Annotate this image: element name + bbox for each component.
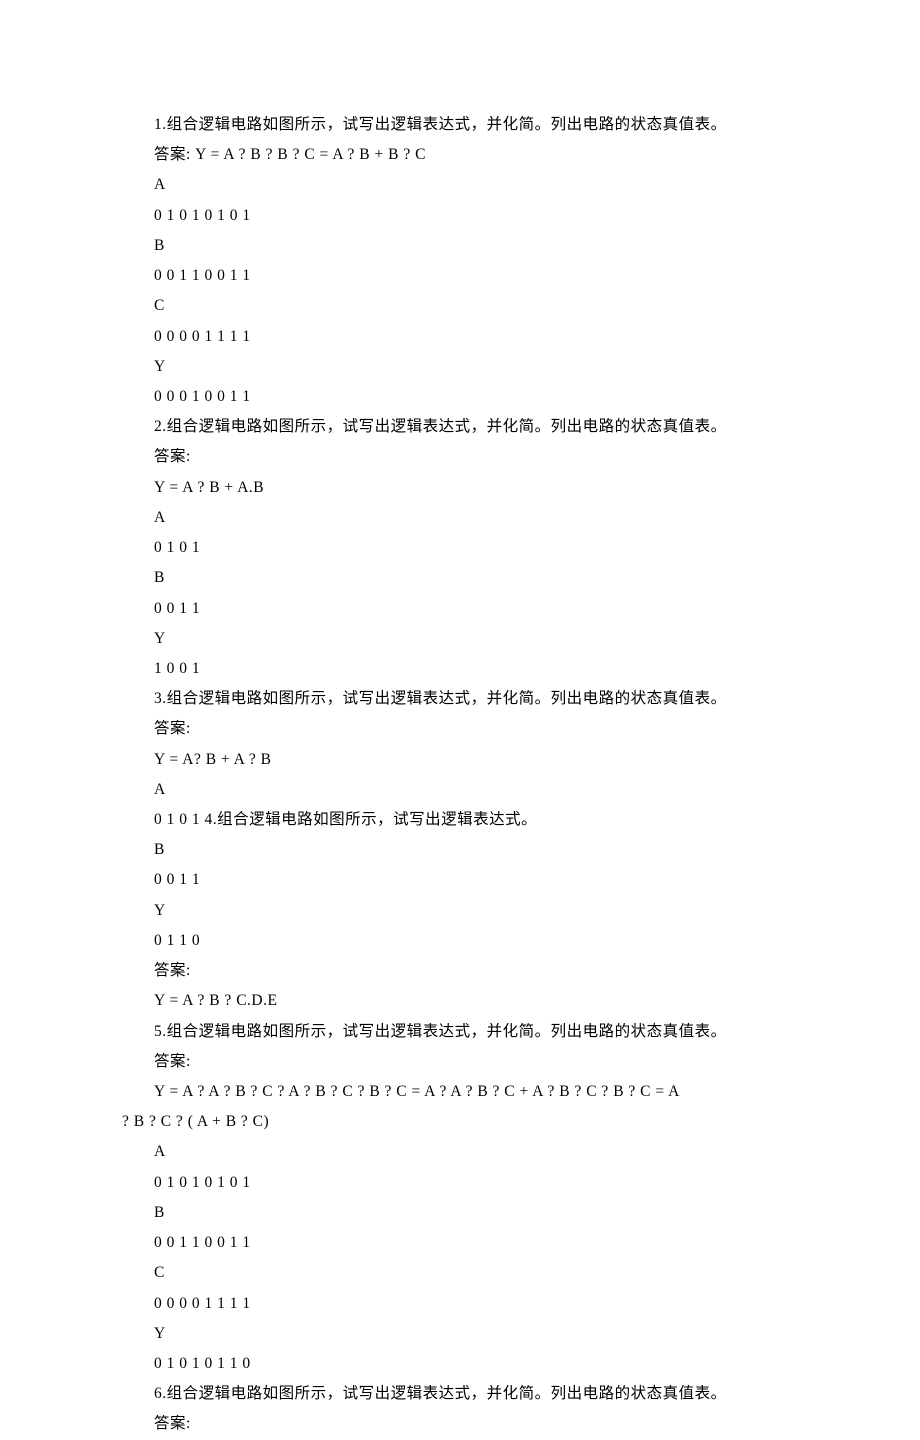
text-line: 0 1 0 1 0 1 1 0	[0, 1349, 920, 1379]
text-line: 答案: Y = A ? B ? B ? C = A ? B + B ? C	[0, 140, 920, 170]
text-line: Y	[0, 896, 920, 926]
text-line: 1 0 0 1	[0, 654, 920, 684]
text-line: Y	[0, 624, 920, 654]
text-line: B	[0, 563, 920, 593]
text-line: 6.组合逻辑电路如图所示，试写出逻辑表达式，并化简。列出电路的状态真值表。	[0, 1379, 920, 1409]
text-line: 0 1 1 0	[0, 926, 920, 956]
text-line: 答案:	[0, 956, 920, 986]
text-line: A	[0, 503, 920, 533]
text-line: 2.组合逻辑电路如图所示，试写出逻辑表达式，并化简。列出电路的状态真值表。	[0, 412, 920, 442]
text-line: 0 1 0 1	[0, 533, 920, 563]
text-line: Y = A? B + A ? B	[0, 745, 920, 775]
text-line: 3.组合逻辑电路如图所示，试写出逻辑表达式，并化简。列出电路的状态真值表。	[0, 684, 920, 714]
text-line: Y = A ? A ? B ? C ? A ? B ? C ? B ? C = …	[0, 1077, 920, 1107]
text-line: Y	[0, 1319, 920, 1349]
text-line: 1.组合逻辑电路如图所示，试写出逻辑表达式，并化简。列出电路的状态真值表。	[0, 110, 920, 140]
text-line: A	[0, 775, 920, 805]
text-line: 答案:	[0, 714, 920, 744]
text-line: C	[0, 291, 920, 321]
text-line: 0 1 0 1 0 1 0 1	[0, 201, 920, 231]
text-line: B	[0, 1198, 920, 1228]
text-line: 0 0 1 1	[0, 594, 920, 624]
text-line: 答案:	[0, 442, 920, 472]
text-line: 0 0 1 1	[0, 865, 920, 895]
text-line: 答案:	[0, 1047, 920, 1077]
text-line: A	[0, 170, 920, 200]
text-line: ? B ? C ? ( A + B ? C)	[0, 1107, 920, 1137]
text-line: Y = A ? B ? C.D.E	[0, 986, 920, 1016]
text-line: Y = A ? B + A.B	[0, 473, 920, 503]
text-line: 0 0 0 1 0 0 1 1	[0, 382, 920, 412]
text-line: 0 1 0 1 4.组合逻辑电路如图所示，试写出逻辑表达式。	[0, 805, 920, 835]
text-line: 0 0 0 0 1 1 1 1	[0, 322, 920, 352]
text-line: 0 0 1 1 0 0 1 1	[0, 261, 920, 291]
text-line: B	[0, 231, 920, 261]
text-line: 5.组合逻辑电路如图所示，试写出逻辑表达式，并化简。列出电路的状态真值表。	[0, 1017, 920, 1047]
text-line: 0 0 0 0 1 1 1 1	[0, 1289, 920, 1319]
text-line: A	[0, 1137, 920, 1167]
document-page: 1.组合逻辑电路如图所示，试写出逻辑表达式，并化简。列出电路的状态真值表。答案:…	[0, 0, 920, 1440]
text-line: 0 1 0 1 0 1 0 1	[0, 1168, 920, 1198]
text-line: C	[0, 1258, 920, 1288]
text-line: B	[0, 835, 920, 865]
text-line: 0 0 1 1 0 0 1 1	[0, 1228, 920, 1258]
text-line: 答案:	[0, 1409, 920, 1439]
text-line: Y	[0, 352, 920, 382]
